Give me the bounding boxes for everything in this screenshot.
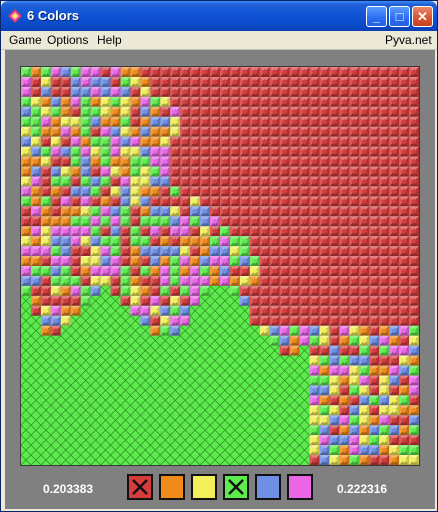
disabled-x-icon [132,479,148,495]
tile-layer [21,67,419,465]
app-icon [8,9,22,23]
menu-options[interactable]: Options [47,33,88,47]
window-title: 6 Colors [27,8,80,23]
minimize-button[interactable]: _ [366,6,387,27]
close-button[interactable]: ✕ [412,6,433,27]
right-player-score: 0.222316 [337,482,388,496]
color-button-green[interactable] [223,474,249,500]
tile-grid[interactable] [21,67,419,465]
game-window: 6 Colors _ □ ✕ Game Options Help Pyva.ne… [0,0,438,512]
menu-help[interactable]: Help [97,33,122,47]
game-area: 0.203383 0.222316 [5,50,435,509]
color-button-blue[interactable] [255,474,281,500]
menu-bar: Game Options Help Pyva.net [1,31,437,50]
color-button-red[interactable] [127,474,153,500]
color-button-magenta[interactable] [287,474,313,500]
color-button-orange[interactable] [159,474,185,500]
color-button-yellow[interactable] [191,474,217,500]
maximize-button[interactable]: □ [389,6,410,27]
game-board[interactable] [20,66,420,466]
disabled-x-icon [228,479,244,495]
left-player-score: 0.203383 [43,482,94,496]
menu-game[interactable]: Game [9,33,42,47]
menu-pyva-link[interactable]: Pyva.net [385,33,432,47]
title-bar[interactable]: 6 Colors _ □ ✕ [1,1,437,31]
